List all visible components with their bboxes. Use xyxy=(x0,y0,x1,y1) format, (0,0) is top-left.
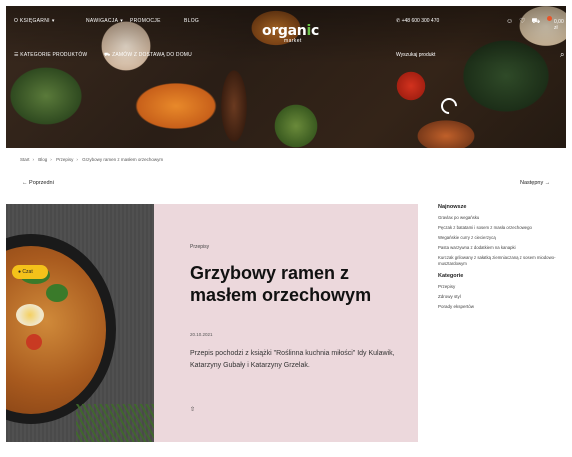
categories-heading: Kategorie xyxy=(438,273,464,279)
top-bar: O KSIĘGARNI ▾ NAWIGACJA ▾ PROMOCJE BLOG or… xyxy=(6,6,566,44)
phone-icon: ✆ xyxy=(396,18,401,24)
article-category[interactable]: Przepisy xyxy=(190,244,209,250)
breadcrumb: Start › Blog › Przepisy › Grzybowy ramen z … xyxy=(20,157,164,162)
account-icon[interactable]: ☺ xyxy=(506,18,513,25)
article-description: Przepis pochodzi z książki "Roślinna kuc… xyxy=(190,350,395,369)
latest-item[interactable]: Wegańskie curry z ciecierzycą xyxy=(438,235,568,241)
search-icon[interactable]: ⌕ xyxy=(560,50,564,60)
top-link-about[interactable]: O KSIĘGARNI ▾ xyxy=(14,18,55,24)
hero-banner: O KSIĘGARNI ▾ NAWIGACJA ▾ PROMOCJE BLOG or… xyxy=(6,6,566,148)
organic-mark-icon xyxy=(437,94,461,118)
latest-item[interactable]: Gravlax po wegańsku xyxy=(438,215,568,221)
arrow-left-icon: ← xyxy=(22,180,28,186)
nav-categories[interactable]: ☰ KATEGORIE PRODUKTÓW xyxy=(14,52,87,58)
article-photo xyxy=(6,204,154,442)
top-link-nav[interactable]: NAWIGACJA ▾ xyxy=(86,18,123,24)
top-icons: ☺ ♡ ⛟ xyxy=(506,17,546,26)
arrow-right-icon: → xyxy=(544,180,551,186)
latest-item[interactable]: Kurczak grilowany z sałatką ziemniaczaną… xyxy=(438,255,568,267)
chat-button[interactable]: ● Czat xyxy=(12,265,48,279)
truck-icon: ⛟ xyxy=(104,52,111,58)
latest-item[interactable]: Pasta warzywna z dodatkiem na kanapki xyxy=(438,245,568,251)
logo-subtitle: market xyxy=(284,38,302,44)
breadcrumb-blog[interactable]: Blog xyxy=(38,157,47,162)
next-post-link[interactable]: Następny → xyxy=(520,180,550,186)
herb xyxy=(46,284,68,302)
top-link-blog[interactable]: BLOG xyxy=(184,18,199,24)
search-input[interactable]: Wyszukaj produkt xyxy=(396,52,435,58)
cart-total[interactable]: 0,00 zł xyxy=(554,19,566,31)
breadcrumb-start[interactable]: Start xyxy=(20,157,30,162)
logo-text-c: c xyxy=(310,23,319,39)
chat-icon: ● xyxy=(18,269,22,275)
logo-text-a: organ xyxy=(262,23,307,39)
article-card: Przepisy Grzybowy ramen z masłem orzecho… xyxy=(154,204,418,442)
cart-icon[interactable]: ⛟ xyxy=(531,18,540,25)
phone-link[interactable]: ✆ +48 600 300 470 xyxy=(396,18,439,24)
article-date: 20.10.2021 xyxy=(190,332,213,337)
tomato xyxy=(26,334,42,350)
wishlist-icon[interactable]: ♡ xyxy=(519,18,525,25)
nav-delivery[interactable]: ⛟ ZAMÓW Z DOSTAWĄ DO DOMU xyxy=(104,52,192,59)
share-icon[interactable]: ⇧ xyxy=(190,406,195,413)
latest-heading: Najnowsze xyxy=(438,204,467,210)
egg xyxy=(16,304,44,326)
fern xyxy=(76,404,154,442)
cart-badge xyxy=(547,16,552,21)
prev-post-link[interactable]: ← Poprzedni xyxy=(22,180,54,186)
category-item[interactable]: Porady ekspertów xyxy=(438,304,568,309)
top-link-promo[interactable]: PROMOCJE xyxy=(130,18,161,24)
latest-item[interactable]: Pęczak z batatami i sosem z masła orzech… xyxy=(438,225,568,231)
breadcrumb-current: Grzybowy ramen z masłem orzechowym xyxy=(82,157,164,162)
sidebar: Najnowsze Gravlax po wegańsku Pęczak z b… xyxy=(438,204,568,314)
category-item[interactable]: Przepisy xyxy=(438,284,568,289)
article-title: Grzybowy ramen z masłem orzechowym xyxy=(190,263,372,305)
menu-icon: ☰ xyxy=(14,52,19,58)
site-logo[interactable]: organic xyxy=(262,24,319,38)
category-item[interactable]: Zdrowy styl xyxy=(438,294,568,299)
main-nav: ☰ KATEGORIE PRODUKTÓW ⛟ ZAMÓW Z DOSTAWĄ … xyxy=(6,52,566,64)
breadcrumb-recipes[interactable]: Przepisy xyxy=(56,157,73,162)
